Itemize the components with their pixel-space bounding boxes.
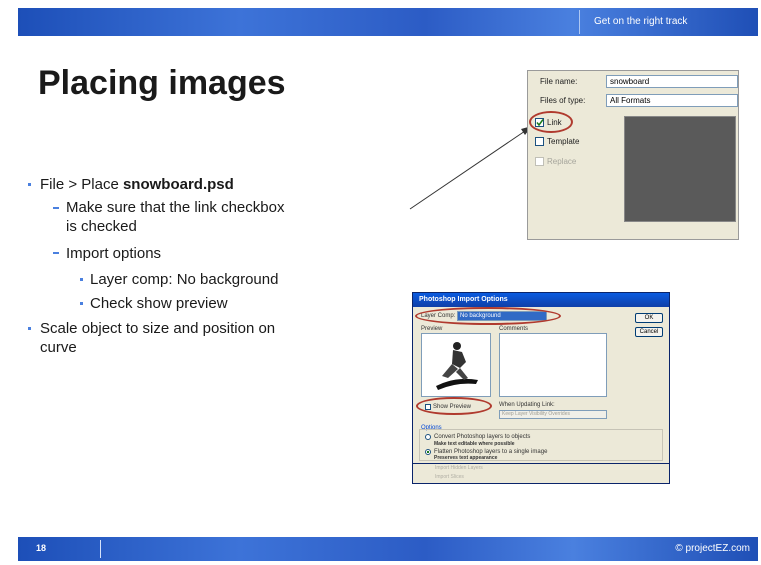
bullet-text: Make sure that the link checkbox bbox=[66, 199, 285, 216]
convert-sub: Make text editable where possible bbox=[434, 441, 515, 447]
template-checkbox[interactable] bbox=[535, 137, 544, 146]
bullet-text: is checked bbox=[66, 218, 137, 235]
sub-bullet-link: Make sure that the link checkbox is chec… bbox=[66, 198, 284, 236]
bullet-text: File > Place bbox=[40, 176, 123, 193]
file-name-label: File name: bbox=[540, 77, 578, 86]
slide-number: 18 bbox=[36, 543, 47, 553]
sub-sub-bullet-layer-comp: Layer comp: No background bbox=[90, 271, 279, 288]
snowboarder-icon bbox=[436, 342, 478, 390]
sub-bullet-dash bbox=[53, 252, 59, 254]
bullet-text: Scale object to size and position on bbox=[40, 320, 276, 337]
highlight-oval bbox=[529, 111, 573, 133]
footer-divider bbox=[100, 540, 101, 558]
bullet-dot bbox=[28, 183, 31, 186]
comments-box bbox=[499, 333, 607, 397]
preview-box bbox=[421, 333, 491, 397]
bullet-file-place: File > Place snowboard.psd bbox=[40, 175, 234, 194]
sub-sub-bullet-preview: Check show preview bbox=[90, 295, 228, 312]
flatten-radio[interactable] bbox=[425, 449, 431, 455]
arrow-line bbox=[409, 128, 529, 210]
file-preview-area bbox=[624, 116, 736, 222]
bullet-text: curve bbox=[40, 339, 77, 356]
place-dialog-screenshot: File name: snowboard Files of type: All … bbox=[527, 70, 739, 240]
copyright: © projectEZ.com bbox=[675, 543, 750, 554]
bullet-filename: snowboard.psd bbox=[122, 176, 234, 193]
bullet-dot bbox=[28, 327, 31, 330]
ok-button[interactable]: OK bbox=[635, 313, 663, 323]
sub-bullet-import: Import options bbox=[66, 245, 162, 262]
bullet-dot bbox=[80, 278, 83, 281]
sub-bullet-dash bbox=[53, 207, 59, 209]
banner-divider bbox=[579, 10, 580, 34]
template-label: Template bbox=[547, 137, 580, 146]
files-of-type-label: Files of type: bbox=[540, 96, 586, 105]
files-of-type-select[interactable]: All Formats bbox=[606, 94, 738, 107]
slide: Get on the right track Placing images Fi… bbox=[0, 0, 761, 565]
comments-label: Comments bbox=[499, 326, 529, 332]
bottom-banner: 18 © projectEZ.com bbox=[18, 537, 758, 561]
top-banner: Get on the right track bbox=[18, 8, 758, 36]
cancel-button[interactable]: Cancel bbox=[635, 327, 663, 337]
bullet-dot bbox=[80, 302, 83, 305]
highlight-oval bbox=[416, 397, 492, 415]
bullet-scale: Scale object to size and position on cur… bbox=[40, 319, 275, 357]
import-hidden-label: Import Hidden Layers bbox=[435, 465, 483, 471]
flatten-sub: Preserves text appearance bbox=[434, 455, 498, 461]
convert-label: Convert Photoshop layers to objects bbox=[434, 434, 531, 440]
replace-checkbox[interactable] bbox=[535, 157, 544, 166]
when-updating-label: When Updating Link: bbox=[499, 402, 555, 408]
replace-label: Replace bbox=[547, 157, 577, 166]
import-options-screenshot: Photoshop Import Options Layer Comp: No … bbox=[412, 292, 670, 464]
file-name-field[interactable]: snowboard bbox=[606, 75, 738, 88]
preview-label: Preview bbox=[421, 326, 443, 332]
slide-title: Placing images bbox=[38, 64, 286, 102]
convert-radio[interactable] bbox=[425, 434, 431, 440]
tagline: Get on the right track bbox=[594, 16, 688, 27]
when-updating-select[interactable]: Keep Layer Visibility Overrides bbox=[499, 410, 607, 419]
import-slices-label: Import Slices bbox=[435, 474, 464, 480]
highlight-oval bbox=[415, 307, 561, 325]
dialog-titlebar: Photoshop Import Options bbox=[413, 293, 669, 307]
import-dialog-lower: Import Hidden Layers Import Slices bbox=[412, 464, 670, 484]
